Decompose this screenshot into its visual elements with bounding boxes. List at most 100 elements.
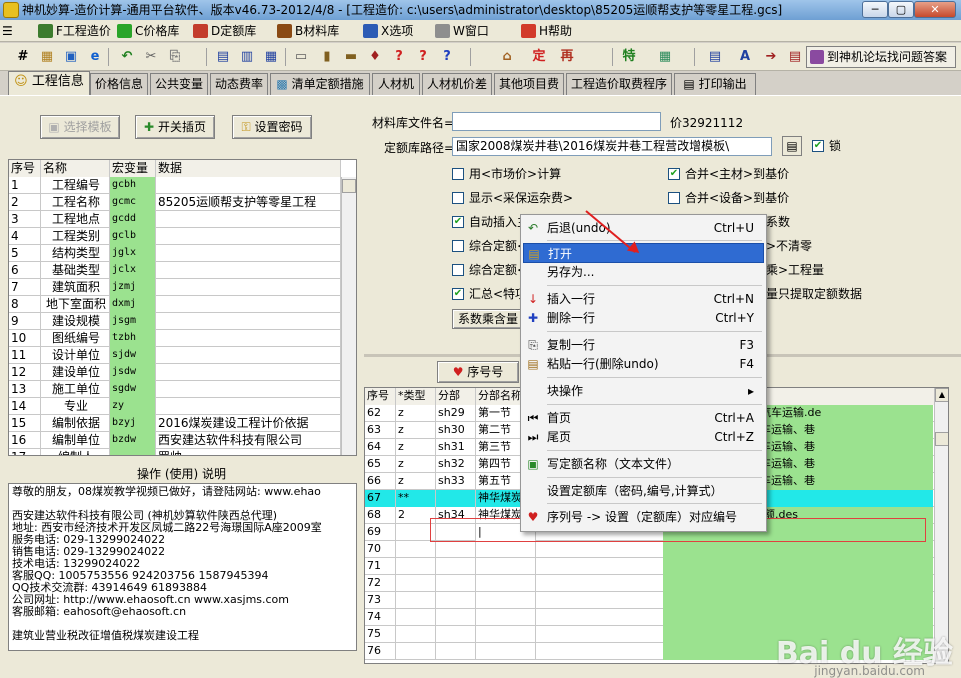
choose-template-button[interactable]: ▣ 选择模板 — [40, 115, 120, 139]
tab-4[interactable]: ▩ 清单定额措施 — [270, 73, 370, 95]
context-menu-item-8[interactable]: ⏮ 首页 Ctrl+A — [523, 408, 764, 428]
quota-grid-scrollbar[interactable]: ▲ — [934, 388, 948, 663]
context-menu-item-1[interactable]: ▤ 打开 — [523, 243, 764, 263]
menu-item-2[interactable]: D定额库 — [191, 22, 256, 40]
option-checkbox-4[interactable]: 自动插入主 — [452, 214, 529, 230]
tab-5[interactable]: 人材机 — [372, 73, 420, 95]
context-menu-item-12[interactable]: ♥ 序列号 -> 设置（定额库）对应编号 — [523, 507, 764, 527]
toggle-insert-button[interactable]: ✚ 开关插页 — [135, 115, 215, 139]
toolbar-icon-4[interactable]: ↶ — [118, 48, 136, 66]
quota-grid-header[interactable]: 序号 *类型 分部 分部名称 — [365, 388, 948, 405]
forum-button[interactable]: 到神机论坛找问题答案 — [806, 46, 956, 68]
toolbar-icon-21[interactable]: ▦ — [656, 48, 674, 66]
tab-0[interactable]: ☺ 工程信息 — [8, 71, 90, 96]
quota-row[interactable]: 73 — [365, 592, 948, 609]
toolbar-icon-24[interactable]: ➔ — [762, 48, 780, 66]
seq-button[interactable]: ♥ 序号号 — [437, 361, 519, 383]
table-row[interactable]: 11 设计单位 sjdw — [9, 347, 341, 364]
context-menu-item-11[interactable]: 设置定额库（密码,编号,计算式） — [523, 481, 764, 501]
context-menu-item-9[interactable]: ⏭ 尾页 Ctrl+Z — [523, 427, 764, 447]
option-checkbox-8[interactable]: 综合定额< — [452, 262, 527, 278]
table-row[interactable]: 2 工程名称 gcmc 85205运顺帮支护等零星工程 — [9, 194, 341, 211]
scroll-up-icon[interactable]: ▲ — [935, 388, 948, 402]
table-row[interactable]: 10 图纸编号 tzbh — [9, 330, 341, 347]
context-menu-item-4[interactable]: ✚ 删除一行 Ctrl+Y — [523, 308, 764, 328]
table-row[interactable]: 15 编制依据 bzyj 2016煤炭建设工程计价依据 — [9, 415, 341, 432]
table-row[interactable]: 16 编制单位 bzdw 西安建达软件科技有限公司 — [9, 432, 341, 449]
toolbar-icon-20[interactable]: 特 — [620, 48, 638, 66]
table-row[interactable]: 1 工程编号 gcbh — [9, 177, 341, 194]
context-menu-item-6[interactable]: ▤ 粘贴一行(删除undo) F4 — [523, 354, 764, 374]
tab-9[interactable]: ▤ 打印输出 — [674, 73, 756, 95]
context-menu-item-3[interactable]: ↓ 插入一行 Ctrl+N — [523, 289, 764, 309]
set-password-button[interactable]: ⚿ 设置密码 — [232, 115, 312, 139]
project-info-grid[interactable]: 序号 名称 宏变量 数据 1 工程编号 gcbh 2 工程名称 gcmc 85205运顺帮支护等零星… — [8, 159, 357, 456]
app-menu-icon[interactable]: ☰ — [2, 22, 24, 40]
maximize-button[interactable]: ▢ — [888, 1, 914, 18]
toolbar-icon-22[interactable]: ▤ — [706, 48, 724, 66]
lock-checkbox[interactable]: 锁 — [812, 138, 841, 154]
option-checkbox-0[interactable]: 用<市场价>计算 — [452, 166, 561, 182]
grid-header[interactable]: 序号 名称 宏变量 数据 — [9, 160, 341, 177]
toolbar-icon-25[interactable]: ▤ — [786, 48, 804, 66]
toolbar-icon-5[interactable]: ✂ — [142, 48, 160, 66]
toolbar-icon-15[interactable]: ? — [414, 48, 432, 66]
table-row[interactable]: 9 建设规模 jsgm — [9, 313, 341, 330]
toolbar-icon-7[interactable]: ▤ — [214, 48, 232, 66]
minimize-button[interactable]: ─ — [862, 1, 888, 18]
option-checkbox-11[interactable]: 量只提取定额数据 — [766, 286, 862, 302]
option-checkbox-6[interactable]: 综合定额< — [452, 238, 527, 254]
close-button[interactable]: ✕ — [914, 1, 956, 18]
table-row[interactable]: 7 建筑面积 jzmj — [9, 279, 341, 296]
material-file-input[interactable] — [452, 112, 661, 131]
left-grid-scrollbar[interactable] — [341, 177, 356, 455]
menu-item-5[interactable]: W窗口 — [433, 22, 489, 40]
table-row[interactable]: 6 基础类型 jclx — [9, 262, 341, 279]
tab-6[interactable]: 人材机价差 — [422, 73, 492, 95]
menu-item-6[interactable]: H帮助 — [519, 22, 572, 40]
quota-row[interactable]: 70 — [365, 541, 948, 558]
context-menu-item-2[interactable]: 另存为... — [523, 262, 764, 282]
browse-folder-icon[interactable]: ▤ — [782, 136, 802, 156]
context-menu-item-10[interactable]: ▣ 写定额名称（文本文件） — [523, 454, 764, 474]
option-checkbox-1[interactable]: 合并<主材>到基价 — [668, 166, 789, 182]
table-row[interactable]: 3 工程地点 gcdd — [9, 211, 341, 228]
toolbar-icon-11[interactable]: ▮ — [318, 48, 336, 66]
menu-item-3[interactable]: B材料库 — [275, 22, 339, 40]
context-menu-item-0[interactable]: ↶ 后退(undo) Ctrl+U — [523, 218, 764, 238]
table-row[interactable]: 14 专业 zy — [9, 398, 341, 415]
menu-item-0[interactable]: F工程造价 — [36, 22, 111, 40]
toolbar-icon-13[interactable]: ♦ — [366, 48, 384, 66]
quota-path-input[interactable]: 国家2008煤炭井巷\2016煤炭井巷工程营改增模板\ — [452, 137, 772, 156]
toolbar-icon-17[interactable]: ⌂ — [498, 48, 516, 66]
context-menu-item-7[interactable]: 块操作 ▸ — [523, 381, 764, 401]
tab-1[interactable]: 价格信息 — [90, 73, 148, 95]
tab-2[interactable]: 公共变量 — [150, 73, 208, 95]
tab-7[interactable]: 其他项目费 — [494, 73, 564, 95]
toolbar-icon-0[interactable]: # — [14, 48, 32, 66]
quota-row[interactable]: 72 — [365, 575, 948, 592]
toolbar-icon-8[interactable]: ▥ — [238, 48, 256, 66]
option-checkbox-3[interactable]: 合并<设备>到基价 — [668, 190, 789, 206]
menu-item-4[interactable]: X选项 — [361, 22, 413, 40]
table-row[interactable]: 12 建设单位 jsdw — [9, 364, 341, 381]
tab-3[interactable]: 动态费率 — [210, 73, 268, 95]
table-row[interactable]: 8 地下室面积 dxmj — [9, 296, 341, 313]
option-checkbox-2[interactable]: 显示<采保运杂费> — [452, 190, 573, 206]
toolbar-icon-23[interactable]: A — [736, 48, 754, 66]
table-row[interactable]: 13 施工单位 sgdw — [9, 381, 341, 398]
toolbar-icon-14[interactable]: ? — [390, 48, 408, 66]
table-row[interactable]: 4 工程类别 gclb — [9, 228, 341, 245]
toolbar-icon-18[interactable]: 定 — [530, 48, 548, 66]
toolbar-icon-3[interactable]: e — [86, 48, 104, 66]
coef-multiply-button[interactable]: 系数乘含量 — [452, 309, 524, 329]
quota-row[interactable]: 74 — [365, 609, 948, 626]
toolbar-icon-9[interactable]: ▦ — [262, 48, 280, 66]
scroll-thumb[interactable] — [342, 179, 356, 193]
toolbar-icon-12[interactable]: ▬ — [342, 48, 360, 66]
table-row[interactable]: 17编制人 罗帅 — [9, 449, 341, 455]
option-checkbox-9[interactable]: 乘>工程量 — [766, 262, 824, 278]
tab-8[interactable]: 工程造价取费程序 — [566, 73, 672, 95]
toolbar-icon-16[interactable]: ? — [438, 48, 456, 66]
option-checkbox-5[interactable]: 系数 — [766, 214, 790, 230]
